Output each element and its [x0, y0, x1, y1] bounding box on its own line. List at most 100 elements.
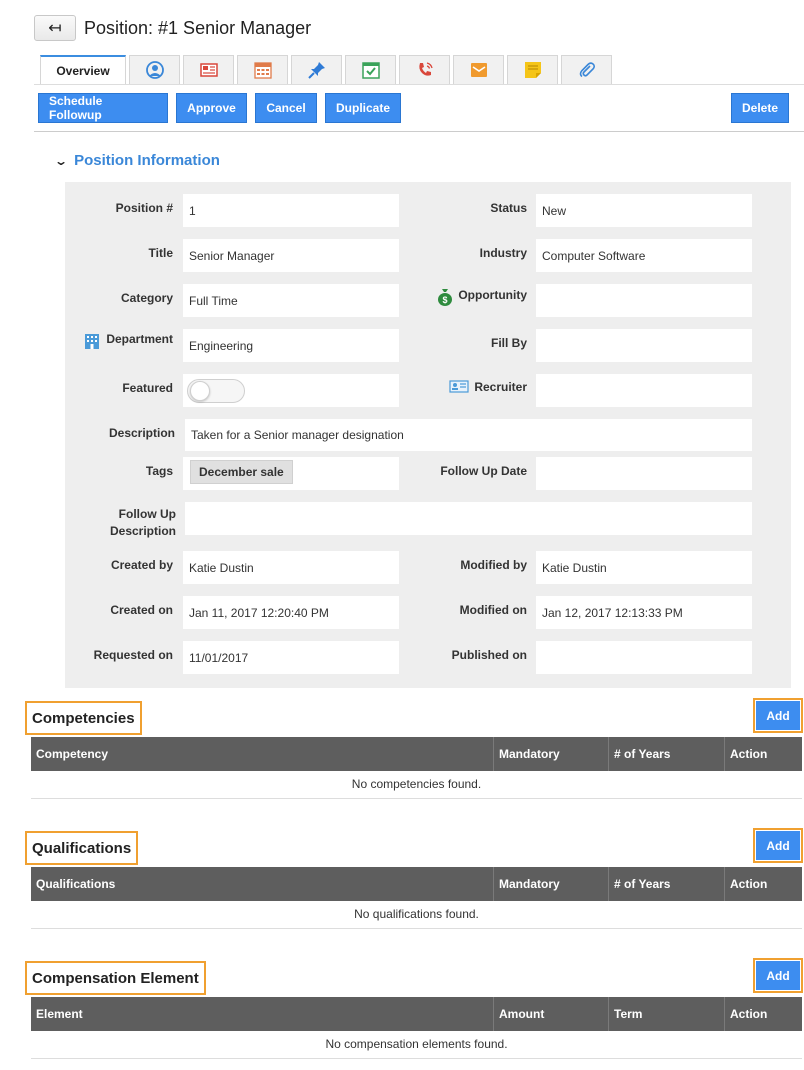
published-on-field[interactable]	[536, 641, 752, 674]
tab-overview[interactable]: Overview	[40, 55, 126, 84]
email-icon	[470, 63, 487, 77]
add-compensation-label: Add	[756, 961, 800, 990]
compensation-empty-message: No compensation elements found.	[31, 1029, 802, 1059]
tags-label: Tags	[145, 464, 173, 478]
modified-on-label: Modified on	[459, 603, 527, 617]
position-number-label: Position #	[115, 201, 173, 215]
back-arrow-icon: ↤	[48, 20, 62, 37]
compensation-element-title: Compensation Element	[25, 961, 206, 995]
recruiter-label: Recruiter	[420, 374, 527, 406]
tab-divider	[34, 84, 804, 85]
column-header[interactable]: # of Years	[609, 737, 725, 771]
add-compensation-button[interactable]: Add	[753, 958, 803, 993]
industry-label: Industry	[479, 246, 527, 260]
qualifications-table-header: Qualifications Mandatory # of Years Acti…	[31, 867, 802, 901]
featured-field	[183, 374, 399, 407]
modified-by-label: Modified by	[460, 558, 527, 572]
add-competency-button[interactable]: Add	[753, 698, 803, 733]
attachment-icon	[579, 62, 595, 78]
created-on-label: Created on	[110, 603, 173, 617]
position-number-field[interactable]: 1	[183, 194, 399, 227]
competencies-empty-message: No competencies found.	[31, 769, 802, 799]
tab-bar: Overview	[40, 55, 615, 84]
schedule-followup-button[interactable]: Schedule Followup	[38, 93, 168, 123]
add-qualification-label: Add	[756, 831, 800, 860]
column-header[interactable]: Competency	[31, 737, 494, 771]
column-header[interactable]: Qualifications	[31, 867, 494, 901]
compensation-table-header: Element Amount Term Action	[31, 997, 802, 1031]
column-header: Action	[730, 747, 768, 761]
column-header: Action	[730, 877, 768, 891]
svg-text:$: $	[443, 295, 448, 305]
qualifications-title: Qualifications	[25, 831, 139, 865]
add-competency-label: Add	[756, 701, 800, 730]
chevron-down-icon: ⌄	[53, 153, 69, 168]
status-label: Status	[490, 201, 527, 215]
category-field[interactable]: Full Time	[183, 284, 399, 317]
note-icon	[524, 62, 541, 78]
industry-field[interactable]: Computer Software	[536, 239, 752, 272]
created-by-field[interactable]: Katie Dustin	[183, 551, 399, 584]
created-on-field[interactable]: Jan 11, 2017 12:20:40 PM	[183, 596, 399, 629]
column-header[interactable]: Mandatory	[494, 867, 609, 901]
tab-notes[interactable]	[507, 55, 558, 84]
tab-calls[interactable]	[399, 55, 450, 84]
phone-icon	[418, 62, 433, 76]
pin-icon	[307, 62, 325, 79]
tag-chip[interactable]: December sale	[190, 460, 293, 484]
tags-field[interactable]: December sale	[183, 457, 399, 490]
column-header[interactable]: Term	[609, 997, 725, 1031]
section-title: Position Information	[74, 152, 220, 169]
column-header: Action	[730, 1007, 768, 1021]
cancel-button[interactable]: Cancel	[255, 93, 317, 123]
description-label: Description	[108, 426, 175, 440]
contacts-icon	[145, 61, 164, 79]
tab-attachments[interactable]	[561, 55, 612, 84]
follow-up-date-label: Follow Up Date	[440, 464, 527, 478]
competencies-table-header: Competency Mandatory # of Years Action	[31, 737, 802, 771]
tab-tasks[interactable]	[345, 55, 396, 84]
tab-contacts[interactable]	[129, 55, 180, 84]
tab-calendar[interactable]	[237, 55, 288, 84]
approve-button[interactable]: Approve	[176, 93, 247, 123]
column-header[interactable]: # of Years	[609, 867, 725, 901]
tab-email[interactable]	[453, 55, 504, 84]
tab-news[interactable]	[183, 55, 234, 84]
position-information-toggle[interactable]: ⌄ Position Information	[53, 152, 220, 169]
recruiter-field[interactable]	[536, 374, 752, 407]
modified-on-field[interactable]: Jan 12, 2017 12:13:33 PM	[536, 596, 752, 629]
money-bag-icon: $	[438, 289, 453, 306]
opportunity-label: $ Opportunity	[420, 284, 527, 316]
action-toolbar: Schedule Followup Approve Cancel Duplica…	[38, 93, 409, 123]
duplicate-button[interactable]: Duplicate	[325, 93, 401, 123]
follow-up-description-label: Follow Up Description	[109, 507, 176, 538]
department-field[interactable]: Engineering	[183, 329, 399, 362]
title-label: Title	[148, 246, 173, 260]
featured-label: Featured	[122, 381, 173, 395]
modified-by-field[interactable]: Katie Dustin	[536, 551, 752, 584]
title-field[interactable]: Senior Manager	[183, 239, 399, 272]
status-field[interactable]: New	[536, 194, 752, 227]
add-qualification-button[interactable]: Add	[753, 828, 803, 863]
column-header[interactable]: Amount	[494, 997, 609, 1031]
column-header[interactable]: Element	[31, 997, 494, 1031]
featured-toggle[interactable]	[187, 378, 245, 403]
qualifications-empty-message: No qualifications found.	[31, 899, 802, 929]
requested-on-field[interactable]: 11/01/2017	[183, 641, 399, 674]
column-header[interactable]: Mandatory	[494, 737, 609, 771]
description-field[interactable]: Taken for a Senior manager designation	[185, 419, 752, 451]
task-icon	[361, 62, 380, 79]
fill-by-field[interactable]	[536, 329, 752, 362]
toggle-knob	[190, 380, 210, 401]
follow-up-description-field[interactable]	[185, 502, 752, 535]
department-label: Department	[65, 329, 173, 361]
tab-pin[interactable]	[291, 55, 342, 84]
follow-up-date-field[interactable]	[536, 457, 752, 490]
building-icon	[85, 334, 100, 349]
page-title: Position: #1 Senior Manager	[84, 17, 312, 38]
delete-button[interactable]: Delete	[731, 93, 789, 123]
opportunity-field[interactable]	[536, 284, 752, 317]
fill-by-label: Fill By	[490, 336, 527, 350]
back-button[interactable]: ↤	[34, 15, 76, 41]
requested-on-label: Requested on	[93, 648, 173, 662]
